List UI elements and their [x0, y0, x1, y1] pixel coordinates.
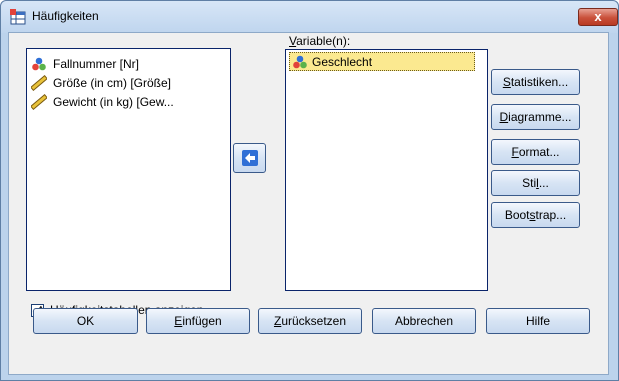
- spss-table-icon: [10, 9, 26, 25]
- paste-button[interactable]: Einfügen: [146, 308, 250, 334]
- variable-label: Gewicht (in kg) [Gew...: [53, 95, 174, 109]
- close-button[interactable]: x: [578, 8, 618, 26]
- scale-ruler-icon: [31, 75, 47, 91]
- list-item[interactable]: Geschlecht: [289, 52, 475, 71]
- format-button[interactable]: Format...: [491, 139, 580, 165]
- cancel-button[interactable]: Abbrechen: [372, 308, 476, 334]
- charts-button[interactable]: Diagramme...: [491, 104, 580, 130]
- variable-label: Geschlecht: [312, 55, 373, 69]
- target-variable-list[interactable]: Geschlecht: [285, 49, 488, 291]
- title-bar[interactable]: Häufigkeiten x: [1, 1, 618, 33]
- variable-label: Fallnummer [Nr]: [53, 57, 140, 71]
- nominal-variable-icon: [293, 55, 307, 69]
- nominal-variable-icon: [32, 57, 46, 71]
- arrow-left-icon: [242, 150, 258, 166]
- close-icon: x: [594, 9, 602, 24]
- ok-button[interactable]: OK: [33, 308, 138, 334]
- help-button[interactable]: Hilfe: [486, 308, 590, 334]
- move-variable-button[interactable]: [233, 143, 266, 173]
- style-button[interactable]: Stil...: [491, 170, 580, 196]
- scale-ruler-icon: [31, 94, 47, 110]
- bootstrap-button[interactable]: Bootstrap...: [491, 202, 580, 228]
- source-variable-list[interactable]: Fallnummer [Nr] Größe (in cm) [Größe] Ge…: [26, 48, 231, 291]
- target-list-label: Variable(n):: [289, 34, 351, 48]
- window-title: Häufigkeiten: [32, 9, 99, 23]
- reset-button[interactable]: Zurücksetzen: [258, 308, 362, 334]
- variable-label: Größe (in cm) [Größe]: [53, 76, 172, 90]
- statistics-button[interactable]: Statistiken...: [491, 69, 580, 95]
